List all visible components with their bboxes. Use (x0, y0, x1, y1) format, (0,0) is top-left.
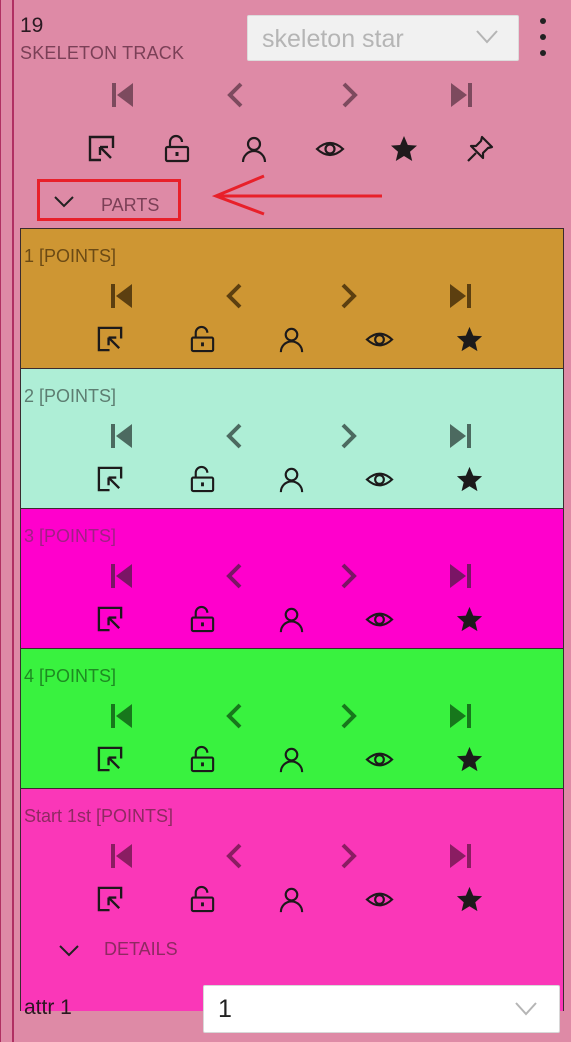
last-frame-icon[interactable] (445, 281, 475, 311)
first-frame-icon[interactable] (107, 281, 137, 311)
occluded-icon[interactable] (277, 745, 306, 774)
details-toggle-label: DETAILS (104, 939, 178, 959)
change-color-icon[interactable] (96, 605, 125, 634)
last-frame-icon[interactable] (445, 701, 475, 731)
last-frame-icon[interactable] (445, 421, 475, 451)
more-menu-icon[interactable] (534, 16, 554, 58)
star-icon[interactable] (455, 325, 484, 354)
attribute-value: 1 (218, 995, 232, 1023)
part-actions-row (21, 465, 563, 499)
skeleton-part-item: 4 [POINTS] (21, 649, 563, 789)
occluded-icon[interactable] (277, 885, 306, 914)
last-frame-icon[interactable] (446, 80, 476, 110)
part-navigation-row (21, 561, 563, 593)
previous-frame-icon[interactable] (220, 561, 250, 591)
visibility-eye-icon[interactable] (315, 134, 345, 164)
first-frame-icon[interactable] (107, 841, 137, 871)
lock-icon[interactable] (188, 325, 217, 354)
previous-frame-icon[interactable] (220, 841, 250, 871)
next-frame-icon[interactable] (333, 701, 363, 731)
star-icon[interactable] (455, 745, 484, 774)
chevron-down-icon (476, 30, 498, 44)
skeleton-part-item: 3 [POINTS] (21, 509, 563, 649)
last-frame-icon[interactable] (445, 561, 475, 591)
attribute-label: attr 1 (24, 996, 72, 1019)
pin-icon[interactable] (465, 134, 495, 164)
occluded-icon[interactable] (239, 134, 269, 164)
lock-icon[interactable] (188, 745, 217, 774)
part-navigation-row (21, 841, 563, 873)
lock-icon[interactable] (188, 885, 217, 914)
change-color-icon[interactable] (96, 325, 125, 354)
parts-list: 1 [POINTS] 2 [POINTS] 3 [POINTS] 4 [POINTS]… (20, 228, 564, 1033)
change-color-icon[interactable] (96, 885, 125, 914)
part-navigation-row (21, 421, 563, 453)
first-frame-icon[interactable] (107, 561, 137, 591)
next-frame-icon[interactable] (333, 841, 363, 871)
parts-toggle[interactable]: PARTS (37, 179, 181, 221)
visibility-eye-icon[interactable] (365, 745, 394, 774)
label-select-value: skeleton star (262, 25, 404, 53)
previous-frame-icon[interactable] (221, 80, 251, 110)
visibility-eye-icon[interactable] (365, 605, 394, 634)
lock-icon[interactable] (162, 134, 192, 164)
visibility-eye-icon[interactable] (365, 465, 394, 494)
skeleton-part-item: 2 [POINTS] (21, 369, 563, 509)
visibility-eye-icon[interactable] (365, 325, 394, 354)
change-color-icon[interactable] (96, 465, 125, 494)
chevron-down-icon (515, 1002, 537, 1016)
part-title: 1 [POINTS] (24, 246, 117, 266)
first-frame-icon[interactable] (107, 701, 137, 731)
previous-frame-icon[interactable] (220, 421, 250, 451)
occluded-icon[interactable] (277, 605, 306, 634)
lock-icon[interactable] (188, 605, 217, 634)
occluded-icon[interactable] (277, 325, 306, 354)
previous-frame-icon[interactable] (220, 701, 250, 731)
part-title: Start 1st [POINTS] (24, 806, 174, 826)
star-icon[interactable] (455, 465, 484, 494)
star-icon[interactable] (455, 605, 484, 634)
first-frame-icon[interactable] (107, 421, 137, 451)
next-frame-icon[interactable] (333, 281, 363, 311)
attribute-value-select[interactable]: 1 (203, 985, 560, 1033)
track-id: 19 (20, 14, 44, 37)
part-actions-row (21, 885, 563, 919)
occluded-icon[interactable] (277, 465, 306, 494)
part-actions-row (21, 325, 563, 359)
annotation-arrow (212, 174, 382, 216)
part-navigation-row (21, 701, 563, 733)
visibility-eye-icon[interactable] (365, 885, 394, 914)
chevron-down-icon (54, 196, 74, 208)
track-label: SKELETON TRACK (20, 43, 185, 63)
part-actions-row (21, 745, 563, 779)
part-actions-row (21, 605, 563, 639)
first-frame-icon[interactable] (108, 80, 138, 110)
change-color-icon[interactable] (96, 745, 125, 774)
label-select[interactable]: skeleton star (247, 15, 519, 61)
chevron-down-icon (59, 945, 79, 957)
star-icon[interactable] (455, 885, 484, 914)
parts-toggle-label: PARTS (101, 195, 160, 215)
previous-frame-icon[interactable] (220, 281, 250, 311)
skeleton-part-item: Start 1st [POINTS] DETAILS attr 1 1 (21, 789, 563, 1033)
star-icon[interactable] (389, 134, 419, 164)
skeleton-track-item: 19 SKELETON TRACK skeleton star PARTS 1 … (14, 0, 571, 1042)
skeleton-part-item: 1 [POINTS] (21, 229, 563, 369)
part-navigation-row (21, 281, 563, 313)
details-toggle[interactable]: DETAILS (59, 939, 219, 969)
part-title: 2 [POINTS] (24, 386, 117, 406)
next-frame-icon[interactable] (333, 421, 363, 451)
change-color-icon[interactable] (87, 134, 117, 164)
lock-icon[interactable] (188, 465, 217, 494)
object-color-strip (0, 0, 14, 1042)
last-frame-icon[interactable] (445, 841, 475, 871)
part-title: 3 [POINTS] (24, 526, 117, 546)
next-frame-icon[interactable] (333, 561, 363, 591)
part-title: 4 [POINTS] (24, 666, 117, 686)
next-frame-icon[interactable] (334, 80, 364, 110)
